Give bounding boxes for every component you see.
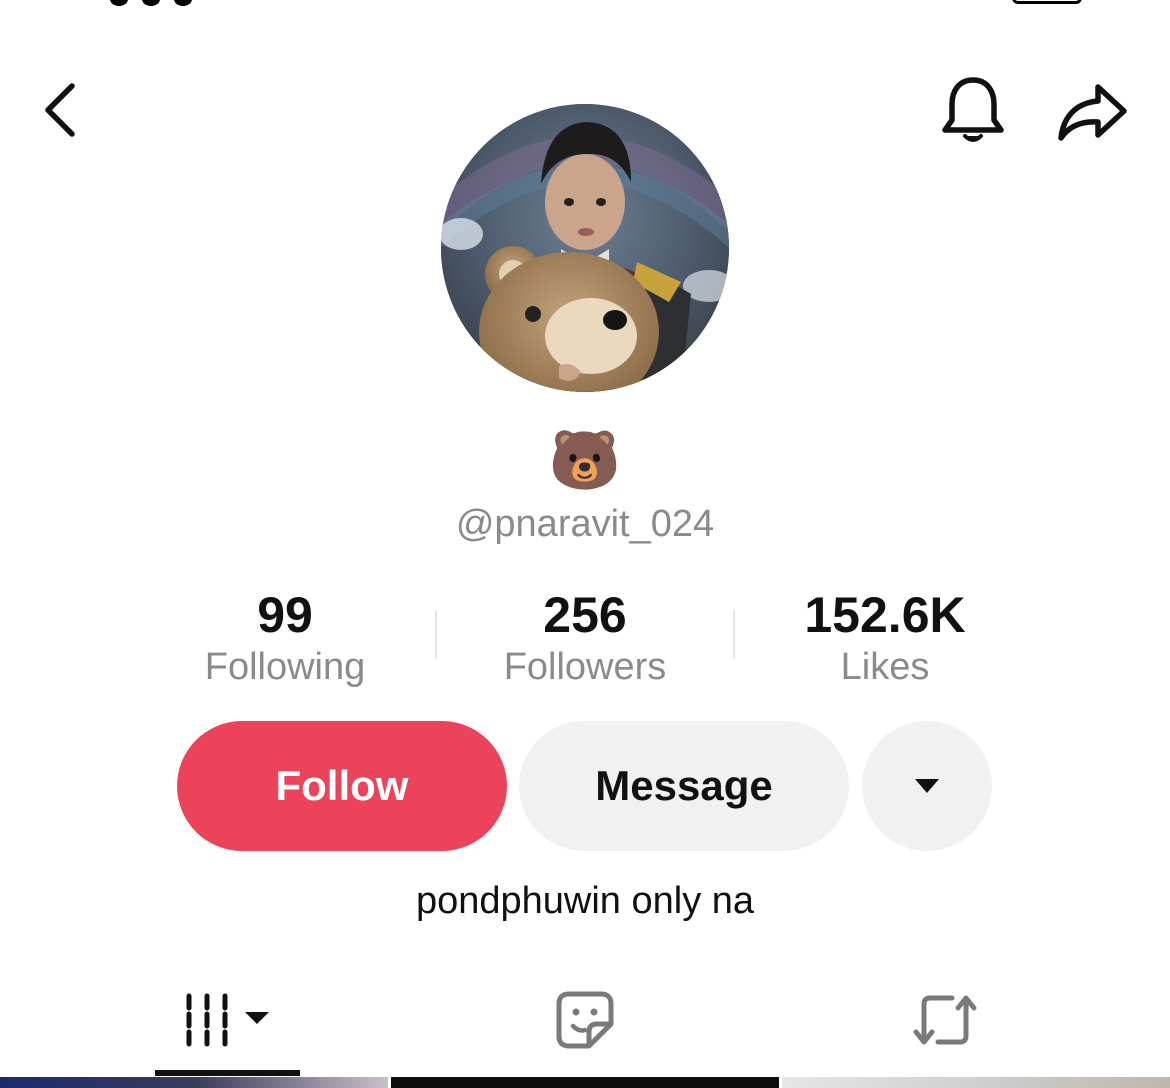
profile-tabs [0,970,1170,1078]
stat-value: 99 [257,587,313,643]
video-thumbnail[interactable] [391,1077,779,1088]
stat-label: Followers [503,646,667,688]
tab-reposts[interactable] [880,970,1010,1070]
stat-value: 256 [543,587,627,643]
profile-nickname: 🐻 [548,428,622,493]
avatar-photo [441,104,729,392]
profile-username: @pnaravit_024 [455,503,715,545]
status-bar-battery [1012,0,1082,4]
more-options-button[interactable] [862,721,992,851]
chevron-left-icon [45,83,75,137]
profile-bio: pondphuwin only na [415,880,755,922]
profile-stats: 99 Following 256 Followers 152.6K Likes [135,585,1035,695]
video-thumbnail[interactable] [0,1077,388,1088]
share-button[interactable] [1050,72,1135,152]
tab-videos[interactable] [155,970,300,1070]
caret-down-icon [915,779,939,793]
bell-icon [941,77,1004,142]
stat-followers[interactable]: 256 Followers [435,585,735,695]
video-thumbnail[interactable] [782,1077,1170,1088]
avatar[interactable] [441,104,729,392]
share-arrow-icon [1057,84,1127,141]
repost-icon [913,995,977,1045]
grid-bars-icon [186,993,269,1047]
stat-divider [435,610,437,658]
follow-button[interactable]: Follow [177,721,507,851]
stat-likes[interactable]: 152.6K Likes [735,585,1035,695]
sticker-icon [556,991,614,1049]
stat-value: 152.6K [804,587,966,643]
profile-screen: 🐻 @pnaravit_024 99 Following 256 Followe… [0,0,1170,1088]
active-tab-indicator [155,1070,300,1076]
message-button[interactable]: Message [519,721,849,851]
stat-following[interactable]: 99 Following [135,585,435,695]
tab-liked[interactable] [520,970,650,1070]
stat-label: Likes [840,646,930,688]
video-grid [0,1077,1170,1088]
stat-label: Following [204,646,366,688]
status-bar-signal [110,0,192,6]
back-button[interactable] [30,75,90,145]
notifications-button[interactable] [935,72,1010,152]
